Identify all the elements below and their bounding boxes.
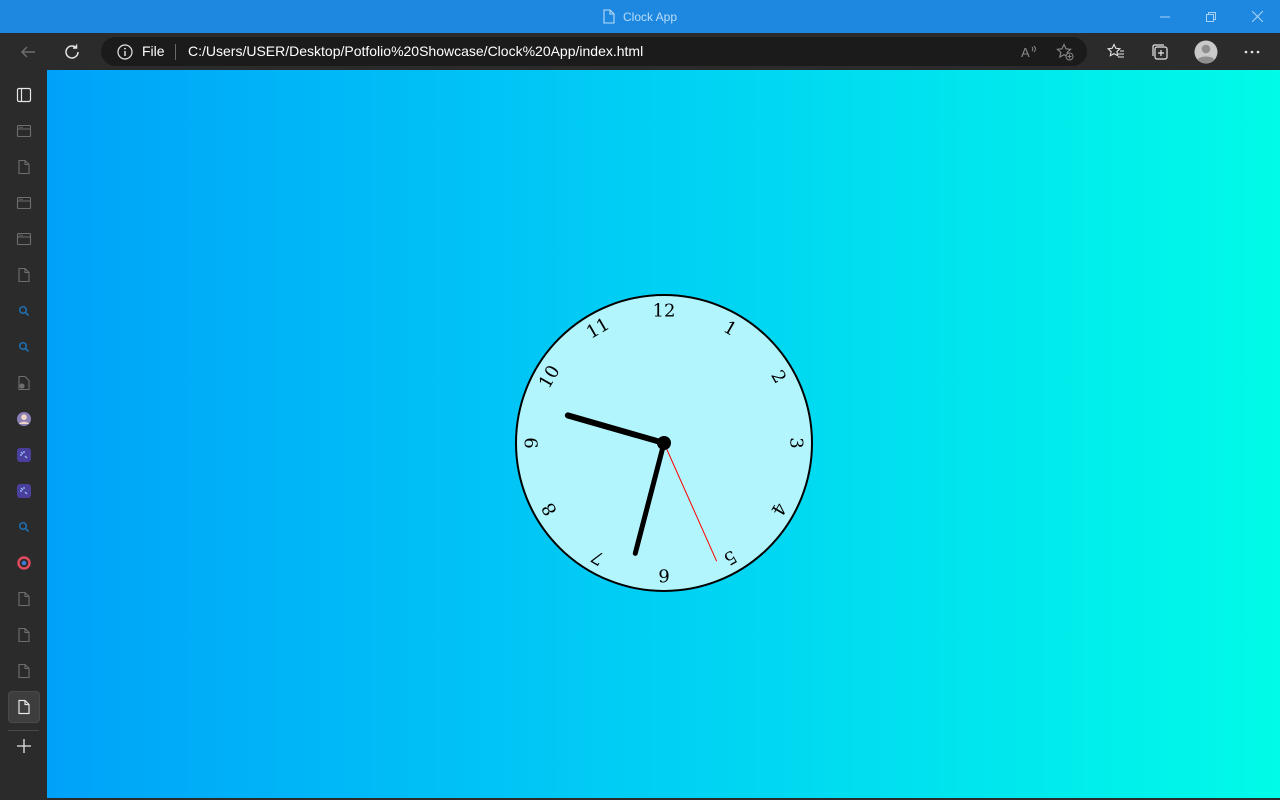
sidebar-tab[interactable] xyxy=(8,655,40,687)
address-separator xyxy=(175,44,176,60)
sidebar-tab[interactable] xyxy=(8,583,40,615)
favorites-button[interactable] xyxy=(1100,36,1132,68)
sidebar-tab[interactable] xyxy=(8,367,40,399)
new-tab-button[interactable] xyxy=(8,730,40,762)
clock-number: 6 xyxy=(658,565,669,586)
collections-icon xyxy=(1152,44,1168,60)
tab-actions-icon xyxy=(16,87,32,103)
clock-number: 3 xyxy=(786,437,807,448)
more-button[interactable] xyxy=(1236,36,1268,68)
search-tab-icon xyxy=(18,305,30,317)
window-title-text: Clock App xyxy=(622,9,678,24)
document-tab-icon xyxy=(17,591,31,607)
analog-clock: 121234567891011 xyxy=(515,294,813,592)
title-bar: Clock App xyxy=(0,0,1280,33)
collections-button[interactable] xyxy=(1144,36,1176,68)
sidebar-tab[interactable] xyxy=(8,187,40,219)
sidebar-tab[interactable] xyxy=(8,475,40,507)
document-tab-icon xyxy=(17,663,31,679)
avatar-tab-icon xyxy=(16,411,32,427)
address-bar[interactable]: File C:/Users/USER/Desktop/Potfolio%20Sh… xyxy=(101,37,1087,66)
page-icon xyxy=(603,9,615,24)
sidebar-tab[interactable] xyxy=(8,331,40,363)
clock-center-pin xyxy=(657,436,671,450)
search-tab-icon xyxy=(18,341,30,353)
refresh-button[interactable] xyxy=(56,36,88,68)
sidebar-tab[interactable] xyxy=(8,547,40,579)
close-icon xyxy=(1251,11,1263,22)
profile-button[interactable] xyxy=(1190,36,1222,68)
document-tab-icon xyxy=(17,159,31,175)
app-tab-icon xyxy=(16,447,32,463)
sidebar-tab[interactable] xyxy=(8,115,40,147)
sidebar-tab[interactable] xyxy=(8,619,40,651)
file-tab-icon xyxy=(17,375,31,391)
sidebar-tab[interactable] xyxy=(8,295,40,327)
more-icon xyxy=(1244,50,1260,54)
add-favorite-button[interactable] xyxy=(1049,37,1081,66)
colorful-tab-icon xyxy=(16,555,32,571)
url-text[interactable]: C:/Users/USER/Desktop/Potfolio%20Showcas… xyxy=(188,43,643,59)
svg-text:A: A xyxy=(1021,45,1030,60)
search-tab-icon xyxy=(18,521,30,533)
minimize-button[interactable] xyxy=(1142,0,1188,33)
sidebar-tab[interactable] xyxy=(8,79,40,111)
back-button[interactable] xyxy=(12,36,44,68)
document-tab-icon xyxy=(17,699,31,715)
page-tab-icon xyxy=(16,195,32,211)
document-tab-icon xyxy=(17,267,31,283)
window-title: Clock App xyxy=(0,0,1280,33)
sidebar-tab[interactable] xyxy=(8,259,40,291)
scheme-label[interactable]: File xyxy=(142,43,165,59)
browser-window: Clock App File C:/Users/USER/Desktop/Pot… xyxy=(0,0,1280,800)
restore-icon xyxy=(1206,11,1216,22)
back-arrow-icon xyxy=(20,46,35,58)
page-tab-icon xyxy=(16,123,32,139)
plus-icon xyxy=(16,738,32,754)
browser-toolbar: File C:/Users/USER/Desktop/Potfolio%20Sh… xyxy=(0,33,1280,70)
favorites-icon xyxy=(1107,43,1124,58)
document-tab-icon xyxy=(17,627,31,643)
sidebar-tab[interactable] xyxy=(8,403,40,435)
read-aloud-icon: A xyxy=(1021,45,1036,60)
sidebar-tab-active[interactable] xyxy=(8,691,40,723)
info-icon[interactable] xyxy=(117,44,133,64)
page-content: 12 1 2 3 4 5 6 7 8 9 10 11 xyxy=(47,70,1280,798)
clock-number: 12 xyxy=(653,301,676,322)
minimize-icon xyxy=(1160,16,1170,17)
refresh-icon xyxy=(65,44,79,59)
close-button[interactable] xyxy=(1234,0,1280,33)
add-favorite-icon xyxy=(1056,42,1074,60)
profile-icon xyxy=(1194,40,1218,64)
sidebar-tab[interactable] xyxy=(8,511,40,543)
sidebar-tab[interactable] xyxy=(8,223,40,255)
read-aloud-button[interactable]: A xyxy=(1013,37,1045,66)
app-tab-icon xyxy=(16,483,32,499)
sidebar-tab[interactable] xyxy=(8,151,40,183)
page-tab-icon xyxy=(16,231,32,247)
restore-button[interactable] xyxy=(1188,0,1234,33)
sidebar-tab[interactable] xyxy=(8,439,40,471)
vertical-tabs-sidebar xyxy=(0,70,47,800)
clock-number: 9 xyxy=(522,437,543,448)
